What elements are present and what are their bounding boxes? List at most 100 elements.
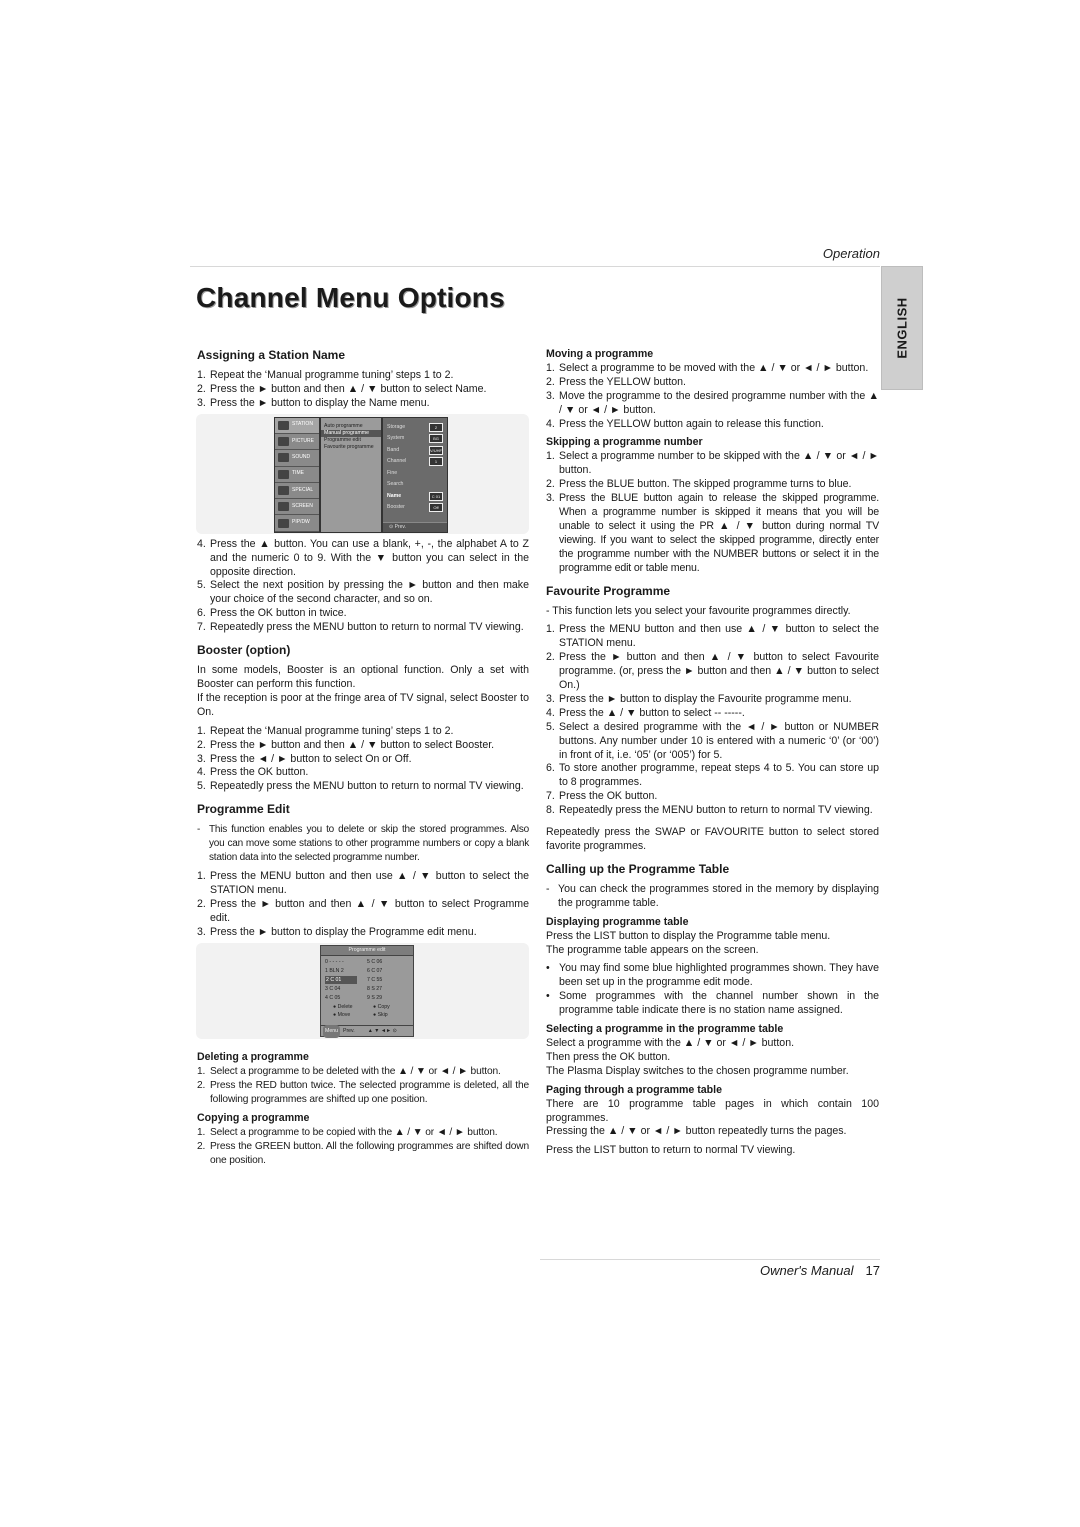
step-text: Press the ► button to display the Favour… — [559, 692, 852, 705]
step-text: Move the programme to the desired progra… — [559, 389, 879, 416]
osd-setting-value: BG — [429, 434, 443, 444]
step-number: 6. — [546, 762, 555, 775]
step-number: 4. — [546, 706, 555, 719]
dash-marker: - — [546, 882, 550, 895]
osd-color-legend: ● Delete ● Copy ● Move ● Skip — [321, 1002, 413, 1019]
time-icon — [278, 469, 289, 479]
manual-name: Owner's Manual — [760, 1263, 854, 1278]
dash-marker: - — [197, 824, 201, 836]
favourite-steps: 1. Press the MENU button and then use ▲ /… — [546, 623, 879, 818]
osd-sidebar-label: SPECIAL — [292, 486, 314, 493]
osd-sidebar-item: PICTURE — [275, 434, 319, 451]
osd-programme-entry: 1 BLN 2 — [325, 968, 344, 975]
osd-programme-entry: 6 C 07 — [367, 968, 383, 975]
step-text: Press the ► button to display the Name m… — [210, 396, 430, 409]
footer-divider — [540, 1259, 880, 1260]
osd-footer-label: Prev. — [342, 1027, 355, 1034]
osd-settings: Storage 2 System BG Band V/UHF Channel 1 Fin… — [383, 417, 447, 532]
list-item: 2. Press the RED button twice. The select… — [197, 1079, 529, 1107]
booster-intro-1: In some models, Booster is an optional f… — [197, 664, 529, 690]
paging-line-2: Pressing the ▲ / ▼ or ◄ / ► button repea… — [546, 1125, 847, 1138]
station-osd: STATION PICTURE SOUND TIME SPECIAL SCREE… — [274, 416, 448, 533]
displaying-bullets: • You may find some blue highlighted prog… — [546, 962, 879, 1018]
step-text: Select a desired programme with the ◄ / … — [559, 720, 879, 761]
selecting-line-1: Select a programme with the ▲ / ▼ or ◄ /… — [546, 1036, 795, 1049]
right-column: Moving a programme 1. Select a programme … — [546, 348, 879, 1158]
bullet-text: Some programmes with the channel number … — [559, 990, 879, 1017]
osd-programme-entry: 5 C 06 — [367, 959, 383, 966]
step-text: Select a programme to be deleted with th… — [210, 1066, 501, 1078]
page-title: Channel Menu Options — [196, 282, 505, 313]
list-item: 2. Press the ► button and then ▲ / ▼ butt… — [197, 739, 529, 753]
favourite-note: - This function lets you select your fav… — [546, 604, 851, 617]
step-text: Press the BLUE button. The skipped progr… — [559, 478, 852, 491]
step-text: Repeat the ‘Manual programme tuning’ ste… — [210, 724, 454, 737]
osd-setting-label: Booster — [387, 504, 405, 511]
list-item: 2. Press the GREEN button. All the follow… — [197, 1140, 529, 1168]
list-item: 5. Select a desired programme with the ◄ … — [546, 721, 879, 763]
heading-favourite: Favourite Programme — [546, 583, 671, 598]
step-text: Press the OK button in twice. — [210, 607, 347, 620]
note-text: You can check the programmes stored in t… — [558, 882, 879, 909]
list-item: 1. Select a programme to be copied with t… — [197, 1126, 529, 1140]
step-number: 3. — [197, 752, 206, 765]
heading-booster: Booster (option) — [197, 643, 291, 658]
bullet-icon: • — [546, 962, 550, 975]
language-tab: ENGLISH — [881, 266, 923, 390]
step-number: 1. — [197, 369, 206, 381]
step-number: 1. — [197, 1127, 206, 1138]
step-number: 4. — [197, 537, 206, 550]
osd-menu-item: Programme edit — [324, 436, 361, 443]
list-item: 2. Press the YELLOW button. — [546, 376, 879, 390]
step-text: Press the ► button and then ▲ / ▼ button… — [210, 738, 495, 751]
osd-menu-item: Manual programme — [321, 429, 381, 437]
osd-programme-entry: 9 S 29 — [367, 995, 382, 1002]
legend-move: ● Move — [333, 1012, 351, 1019]
osd-setting-value: V/UHF — [429, 445, 443, 455]
station-menu-screenshot: STATION PICTURE SOUND TIME SPECIAL SCREE… — [196, 413, 529, 534]
skipping-steps: 1. Select a programme number to be skippe… — [546, 450, 879, 575]
sound-icon — [278, 453, 289, 463]
step-text: Press the ► button to display the Progra… — [210, 925, 477, 938]
osd-sidebar-label: PIP/DW — [292, 519, 310, 526]
list-item: 3. Press the BLUE button again to release… — [546, 492, 879, 575]
list-item: 4. Press the YELLOW button again to relea… — [546, 418, 879, 432]
osd-programme-entry: 4 C 05 — [325, 995, 341, 1002]
step-number: 5. — [197, 780, 206, 793]
section-label: Operation — [822, 246, 880, 261]
osd-footer-label: Prev. — [394, 523, 406, 530]
step-text: Press the ► button and then ▲ / ▼ button… — [210, 897, 529, 924]
list-item: 6. To store another programme, repeat ste… — [546, 762, 879, 790]
step-number: 2. — [546, 375, 555, 388]
list-item: 4. Press the ▲ button. You can use a blan… — [197, 538, 529, 580]
osd-sidebar-item: SCREEN — [275, 499, 319, 516]
osd-sidebar-item: SOUND — [275, 450, 319, 467]
osd-setting-row: Booster Off — [383, 502, 447, 514]
step-text: Repeatedly press the MENU button to retu… — [210, 621, 524, 634]
legend-delete: ● Delete — [333, 1004, 353, 1011]
osd-sidebar: STATION PICTURE SOUND TIME SPECIAL SCREE… — [275, 417, 319, 532]
list-item: 2. Press the BLUE button. The skipped pro… — [546, 478, 879, 492]
heading-paging: Paging through a programme table — [546, 1083, 722, 1096]
pip-icon — [278, 518, 289, 528]
osd-sidebar-label: TIME — [292, 470, 304, 477]
step-number: 1. — [546, 623, 555, 636]
step-number: 1. — [197, 724, 206, 737]
osd-title: Programme edit — [321, 946, 413, 957]
osd-sidebar-label: SCREEN — [292, 502, 313, 509]
step-number: 3. — [546, 389, 555, 402]
screen-icon — [278, 502, 289, 512]
heading-programme-edit: Programme Edit — [197, 802, 290, 817]
step-number: 1. — [197, 869, 206, 882]
osd-sidebar-item: TIME — [275, 467, 319, 483]
selecting-line-2: Then press the OK button. — [546, 1050, 671, 1063]
step-number: 2. — [197, 382, 206, 395]
assigning-steps-a: 1. Repeat the ‘Manual programme tuning’ s… — [197, 369, 529, 411]
osd-sidebar-item: STATION — [275, 417, 319, 434]
step-number: 4. — [197, 766, 206, 779]
step-text: Repeat the ‘Manual programme tuning’ ste… — [210, 369, 454, 381]
list-item: • Some programmes with the channel number… — [546, 990, 879, 1018]
